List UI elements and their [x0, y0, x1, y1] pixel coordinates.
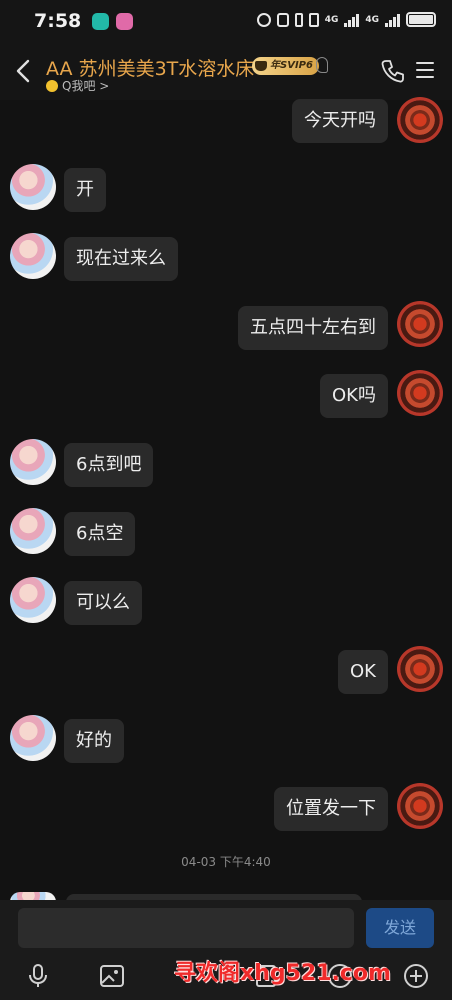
network-type-2: 4G [365, 14, 379, 25]
status-bar: 7:58 4G 4G [0, 0, 452, 44]
nfc-icon [276, 12, 289, 27]
menu-icon[interactable] [416, 62, 434, 78]
contact-avatar[interactable] [10, 164, 56, 210]
microphone-icon[interactable] [24, 962, 52, 990]
smile-icon [46, 79, 58, 92]
contact-avatar[interactable] [10, 233, 56, 279]
my-avatar[interactable] [397, 97, 443, 143]
send-button[interactable]: 发送 [366, 908, 434, 948]
message-bubble-sent[interactable]: OK [338, 650, 388, 694]
message-bubble-received[interactable]: 现在过来么 [64, 237, 178, 281]
message-timestamp: 04-03 下午4:40 [181, 855, 271, 869]
ear-icon[interactable] [316, 57, 328, 73]
subtitle-text: Q我吧 > [62, 79, 110, 93]
battery-icon [406, 12, 436, 27]
network-type-1: 4G [324, 14, 339, 25]
message-bubble-sent[interactable]: 五点四十左右到 [238, 306, 388, 350]
bluetooth-icon [294, 12, 303, 27]
speedometer-icon [256, 12, 271, 27]
my-avatar[interactable] [397, 301, 443, 347]
message-bubble-received[interactable]: 好的 [64, 719, 124, 763]
shield-app-icon [92, 13, 109, 30]
notification-app-icon [116, 13, 133, 30]
phone-call-icon[interactable] [380, 58, 406, 84]
vibrate-icon [308, 12, 319, 27]
status-icons: 4G 4G [256, 12, 436, 27]
contact-avatar[interactable] [10, 508, 56, 554]
contact-avatar[interactable] [10, 715, 56, 761]
svip-badge: 年SVIP6 [252, 57, 319, 75]
back-arrow-icon[interactable] [14, 58, 34, 84]
message-bubble-received[interactable]: 6点空 [64, 512, 136, 556]
my-avatar[interactable] [397, 783, 443, 829]
plus-icon[interactable] [402, 962, 430, 990]
signal-icon-2 [385, 13, 400, 27]
signal-icon-1 [344, 13, 360, 27]
message-bubble-received[interactable]: 6点到吧 [64, 443, 154, 487]
contact-avatar[interactable] [10, 439, 56, 485]
message-bubble-sent[interactable]: 今天开吗 [292, 99, 388, 143]
contact-avatar[interactable] [10, 577, 56, 623]
watermark-text: 寻欢阁xhg521.com [174, 961, 391, 986]
status-time: 7:58 [34, 10, 82, 32]
chat-header: AA 苏州美美3T水溶水床 年SVIP6 Q我吧 > [0, 44, 452, 100]
my-avatar[interactable] [397, 370, 443, 416]
chat-subtitle[interactable]: Q我吧 > [46, 77, 109, 94]
message-input[interactable] [18, 908, 354, 948]
message-bubble-received[interactable]: 开 [64, 168, 106, 212]
message-bubble-received[interactable]: 可以么 [64, 581, 142, 625]
my-avatar[interactable] [397, 646, 443, 692]
message-bubble-sent[interactable]: 位置发一下 [274, 787, 388, 831]
message-bubble-sent[interactable]: OK吗 [320, 374, 388, 418]
image-icon[interactable] [98, 962, 126, 990]
